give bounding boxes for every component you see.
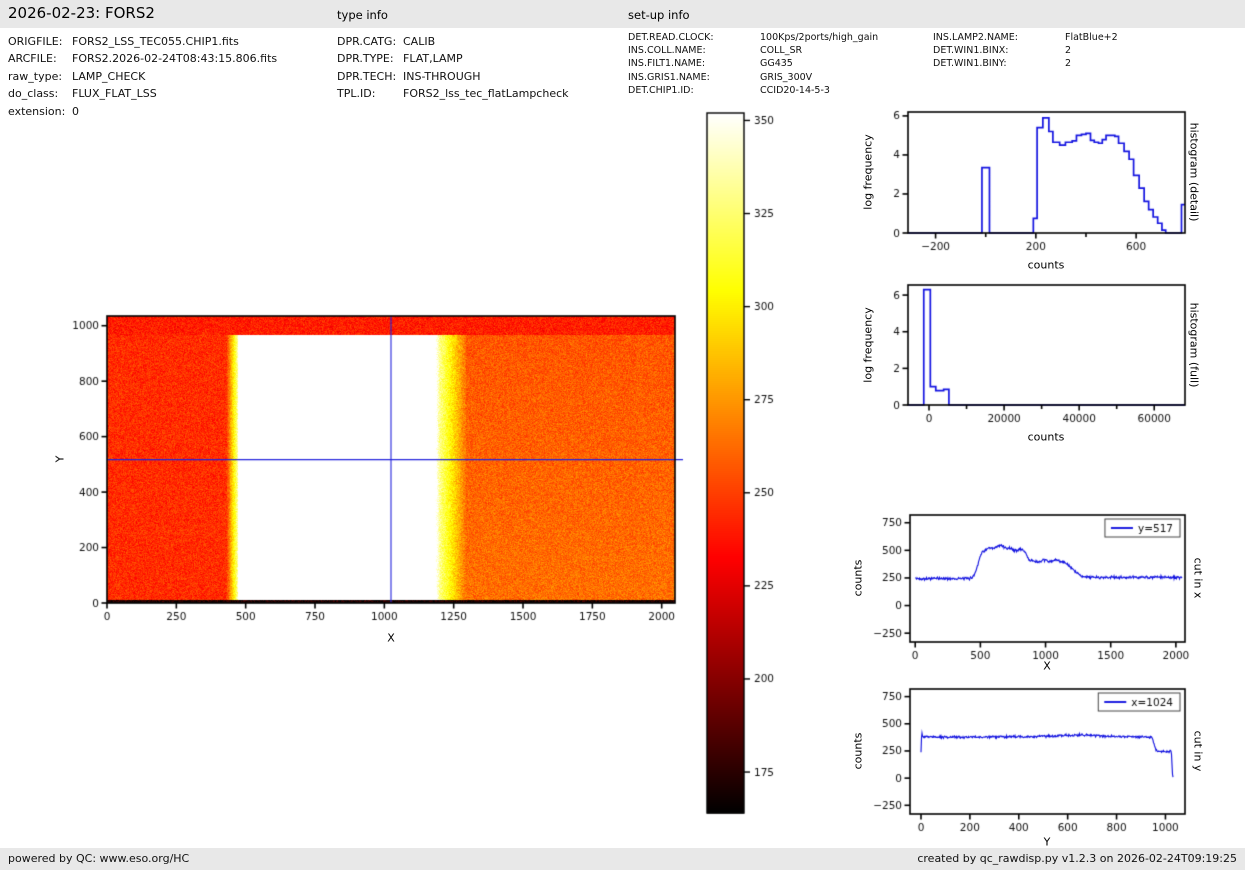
info-row: DPR.TYPE:FLAT,LAMP — [337, 50, 569, 67]
info-value: INS-THROUGH — [403, 70, 481, 83]
info-value: CCID20-14-5-3 — [760, 85, 830, 96]
histogram-detail-plot — [850, 100, 1245, 262]
info-row: TPL.ID:FORS2_lss_tec_flatLampcheck — [337, 85, 569, 102]
info-row: DPR.TECH:INS-THROUGH — [337, 68, 569, 85]
info-label: DPR.CATG: — [337, 33, 403, 50]
cut-x-side-label: cut in x — [1192, 558, 1205, 599]
setup-info-heading: set-up info — [628, 8, 690, 22]
info-value: GG435 — [760, 58, 793, 69]
info-row: DET.WIN1.BINX:2 — [933, 44, 1118, 57]
info-row: INS.COLL.NAME:COLL_SR — [628, 44, 878, 57]
file-info-table: ORIGFILE:FORS2_LSS_TEC055.CHIP1.fits ARC… — [8, 33, 277, 120]
info-value: FLAT,LAMP — [403, 52, 463, 65]
info-label: DET.CHIP1.ID: — [628, 84, 760, 97]
info-row: DPR.CATG:CALIB — [337, 33, 569, 50]
info-value: 100Kps/2ports/high_gain — [760, 32, 878, 43]
raw-image-plot — [40, 290, 720, 655]
info-value: FlatBlue+2 — [1065, 32, 1118, 43]
info-value: COLL_SR — [760, 45, 802, 56]
info-label: DET.WIN1.BINX: — [933, 44, 1065, 57]
info-label: INS.LAMP2.NAME: — [933, 31, 1065, 44]
cut-x-y-axis-label: counts — [852, 560, 865, 597]
info-label: INS.GRIS1.NAME: — [628, 71, 760, 84]
cut-y-y-axis-label: counts — [852, 733, 865, 770]
info-label: ORIGFILE: — [8, 33, 72, 50]
info-label: do_class: — [8, 85, 72, 102]
info-label: DET.WIN1.BINY: — [933, 57, 1065, 70]
info-value: 0 — [72, 105, 79, 118]
info-row: ARCFILE:FORS2.2026-02-24T08:43:15.806.fi… — [8, 50, 277, 67]
info-row: extension:0 — [8, 103, 277, 120]
footer-powered-by: powered by QC: www.eso.org/HC — [8, 852, 189, 865]
main-x-axis-label: X — [387, 632, 395, 645]
info-value: GRIS_300V — [760, 72, 812, 83]
histogram-full-plot — [850, 272, 1245, 430]
info-value: CALIB — [403, 35, 435, 48]
hist-detail-side-label: histogram (detail) — [1188, 123, 1201, 222]
info-label: DPR.TYPE: — [337, 50, 403, 67]
cut-x-x-axis-label: X — [1043, 660, 1051, 673]
info-row: do_class:FLUX_FLAT_LSS — [8, 85, 277, 102]
info-row: DET.READ.CLOCK:100Kps/2ports/high_gain — [628, 31, 878, 44]
setup-info-col2: INS.LAMP2.NAME:FlatBlue+2 DET.WIN1.BINX:… — [933, 31, 1118, 71]
hist-full-x-axis-label: counts — [1028, 431, 1065, 444]
cut-in-x-plot — [850, 505, 1245, 663]
info-value: FORS2.2026-02-24T08:43:15.806.fits — [72, 52, 277, 65]
main-y-axis-label: Y — [54, 456, 67, 463]
hist-detail-y-axis-label: log frequency — [862, 134, 875, 209]
cut-y-side-label: cut in y — [1192, 731, 1205, 772]
info-value: FORS2_lss_tec_flatLampcheck — [403, 87, 569, 100]
header-bar — [0, 0, 1245, 28]
info-label: TPL.ID: — [337, 85, 403, 102]
hist-detail-x-axis-label: counts — [1028, 259, 1065, 272]
type-info-table: DPR.CATG:CALIB DPR.TYPE:FLAT,LAMP DPR.TE… — [337, 33, 569, 103]
info-label: extension: — [8, 103, 72, 120]
info-row: ORIGFILE:FORS2_LSS_TEC055.CHIP1.fits — [8, 33, 277, 50]
hist-full-side-label: histogram (full) — [1188, 303, 1201, 388]
info-value: LAMP_CHECK — [72, 70, 145, 83]
info-row: DET.CHIP1.ID:CCID20-14-5-3 — [628, 84, 878, 97]
info-row: raw_type:LAMP_CHECK — [8, 68, 277, 85]
info-value: 2 — [1065, 45, 1071, 56]
hist-full-y-axis-label: log frequency — [862, 307, 875, 382]
info-label: ARCFILE: — [8, 50, 72, 67]
info-row: INS.FILT1.NAME:GG435 — [628, 57, 878, 70]
footer-created-by: created by qc_rawdisp.py v1.2.3 on 2026-… — [917, 852, 1237, 865]
info-value: 2 — [1065, 58, 1071, 69]
info-row: DET.WIN1.BINY:2 — [933, 57, 1118, 70]
type-info-heading: type info — [337, 8, 388, 22]
info-label: INS.COLL.NAME: — [628, 44, 760, 57]
page-title: 2026-02-23: FORS2 — [8, 4, 155, 22]
setup-info-col1: DET.READ.CLOCK:100Kps/2ports/high_gain I… — [628, 31, 878, 97]
cut-in-y-plot — [850, 678, 1245, 836]
info-label: DPR.TECH: — [337, 68, 403, 85]
info-label: INS.FILT1.NAME: — [628, 57, 760, 70]
info-label: raw_type: — [8, 68, 72, 85]
colorbar — [690, 100, 800, 827]
info-row: INS.LAMP2.NAME:FlatBlue+2 — [933, 31, 1118, 44]
info-value: FORS2_LSS_TEC055.CHIP1.fits — [72, 35, 239, 48]
info-row: INS.GRIS1.NAME:GRIS_300V — [628, 71, 878, 84]
info-value: FLUX_FLAT_LSS — [72, 87, 157, 100]
cut-y-x-axis-label: Y — [1044, 836, 1051, 849]
info-label: DET.READ.CLOCK: — [628, 31, 760, 44]
